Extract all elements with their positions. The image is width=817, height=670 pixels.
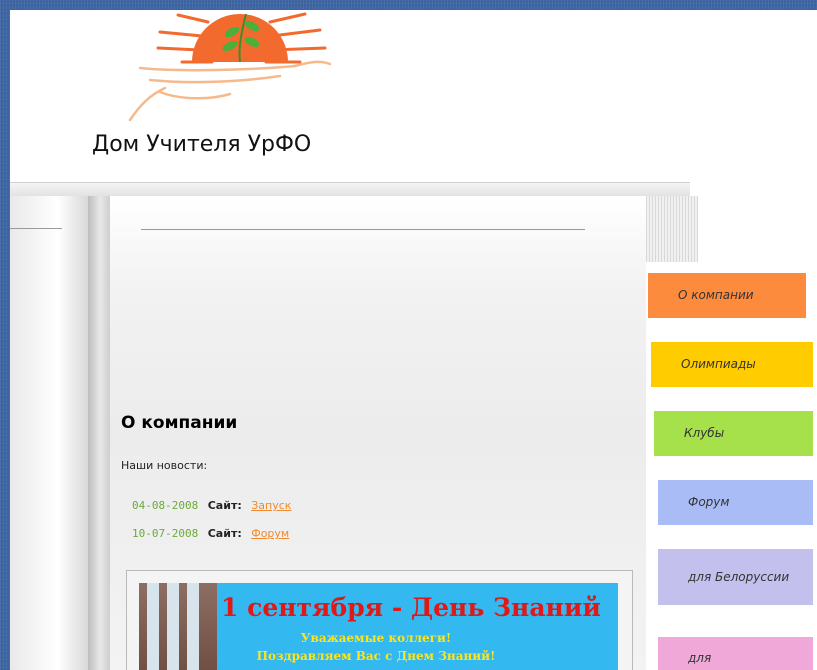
tab-for-belarus[interactable]: для Белоруссии [658,549,813,605]
tab-label: Форум [688,495,730,509]
news-label: Наши новости: [121,459,208,472]
tab-olympiads[interactable]: Олимпиады [651,342,813,387]
tab-forum[interactable]: Форум [658,480,813,525]
banner-greeting: Уважаемые коллеги! [300,631,452,645]
site-logo [128,12,332,122]
divider [10,228,62,229]
tab-label: для Белоруссии [688,569,790,584]
banner-congratulation: Поздравляем Вас с Днем Знаний! [256,649,496,663]
tab-label: Клубы [684,426,725,440]
tab-label: Олимпиады [681,357,756,371]
news-category: Сайт: [207,499,242,512]
book-left-page [10,196,90,670]
news-item: 04-08-2008 Сайт: Запуск [132,499,291,512]
site-title: Дом Учителя УрФО [92,132,312,157]
tab-label: О компании [678,288,754,302]
tab-about-company[interactable]: О компании [648,273,806,318]
news-item: 10-07-2008 Сайт: Форум [132,527,289,540]
tab-label: для [688,651,712,665]
news-date: 04-08-2008 [132,499,199,512]
hand-icon [128,60,332,122]
news-link-forum[interactable]: Форум [251,527,289,540]
news-link-launch[interactable]: Запуск [251,499,291,512]
nav-tabs-panel [646,262,817,670]
web-page: Дом Учителя УрФО О компании Наши новости… [10,10,817,670]
tab-clubs[interactable]: Клубы [654,411,813,456]
divider [141,229,585,230]
book-page-edges [646,196,698,262]
banner-title: 1 сентября - День Знаний [221,593,601,622]
tab-for[interactable]: для [658,637,813,670]
book-spine [88,196,112,670]
news-category: Сайт: [207,527,242,540]
news-date: 10-07-2008 [132,527,199,540]
section-title: О компании [121,413,238,433]
knowledge-day-banner[interactable]: 1 сентября - День Знаний Уважаемые колле… [139,583,618,670]
school-building-image [139,583,217,670]
